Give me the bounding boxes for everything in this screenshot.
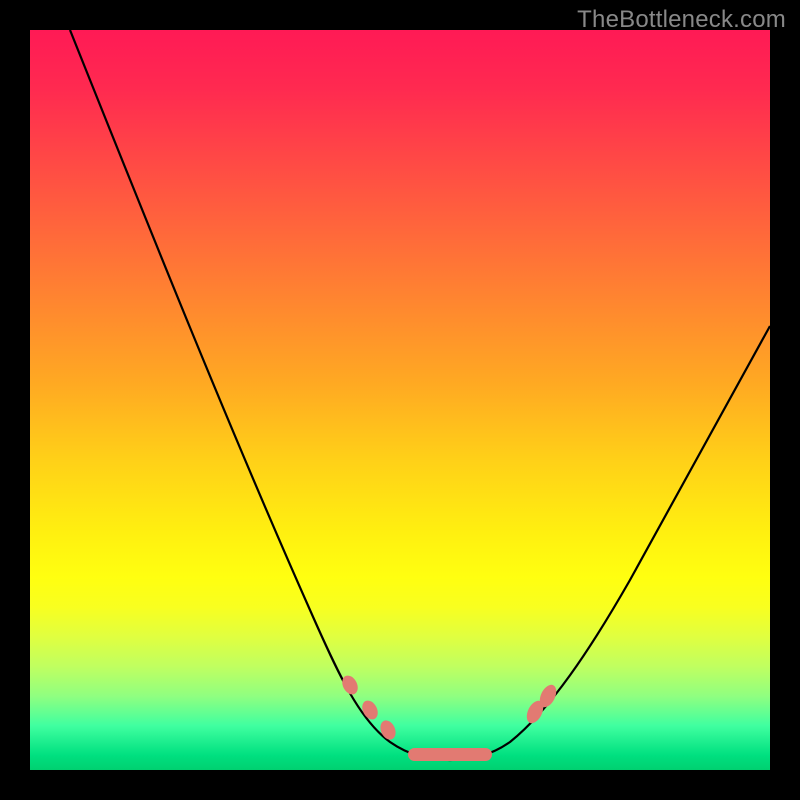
marker-dot: [339, 673, 361, 697]
plot-frame: [30, 30, 770, 770]
bottleneck-curve-svg: [30, 30, 770, 770]
marker-dot: [359, 698, 381, 722]
bottleneck-curve-path: [70, 30, 770, 760]
watermark-label: TheBottleneck.com: [577, 6, 786, 34]
marker-flat-band: [408, 748, 492, 761]
marker-dot: [378, 718, 399, 742]
